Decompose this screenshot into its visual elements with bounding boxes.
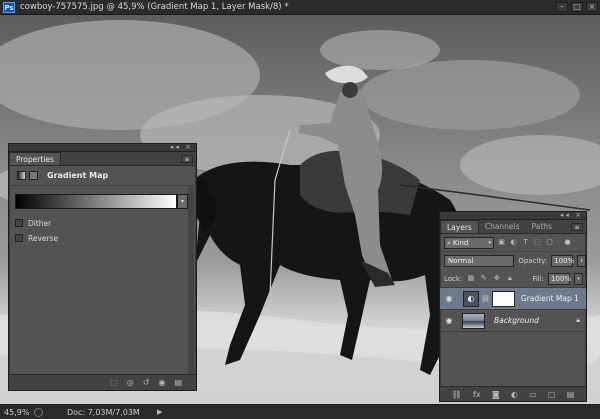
chevron-down-icon[interactable]: ▾ <box>574 272 584 285</box>
layer-filter-row: ⌕ Kind ▾ ▣ ◐ T ⬚ ▢ ● <box>440 234 586 252</box>
panel-menu-icon[interactable]: ≡ <box>181 155 193 163</box>
panel-collapse-icon[interactable]: ◂◂ × <box>560 211 583 219</box>
layer-style-icon[interactable]: fx <box>473 390 481 399</box>
lock-icon: 🔒︎ <box>576 316 580 324</box>
tab-paths[interactable]: Paths <box>526 220 558 233</box>
filter-kind-select[interactable]: ⌕ Kind ▾ <box>444 236 494 249</box>
properties-footer: ⬚ ◎ ↺ ◉ ▤ <box>9 374 196 390</box>
filter-toggle-icon[interactable]: ● <box>563 238 572 247</box>
properties-panel-strip[interactable]: ◂◂ × <box>9 143 196 152</box>
layer-mask-thumbnail[interactable] <box>491 290 515 307</box>
properties-scrollbar[interactable] <box>188 186 194 374</box>
pixel-filter-icon[interactable]: ▣ <box>497 238 506 247</box>
link-layers-icon[interactable]: ⛓︎ <box>452 390 462 399</box>
title-bar: Ps cowboy-757575.jpg @ 45,9% (Gradient M… <box>0 0 600 15</box>
reverse-option[interactable]: Reverse <box>15 232 196 244</box>
document-info[interactable]: Doc: 7,03M/7,03M <box>67 408 157 417</box>
panel-menu-icon[interactable]: ≡ <box>571 223 583 231</box>
new-group-icon[interactable]: ▭ <box>529 390 537 399</box>
layers-panel: ◂◂ × Layers Channels Paths ≡ ⌕ Kind ▾ ▣ … <box>439 211 587 402</box>
properties-title: Gradient Map <box>47 171 109 180</box>
chevron-right-icon[interactable]: ▶ <box>157 408 162 416</box>
properties-header: Gradient Map <box>9 166 196 186</box>
gradient-picker[interactable]: ▾ <box>15 194 196 209</box>
layer-name[interactable]: Gradient Map 1 <box>521 294 579 303</box>
maximize-icon[interactable]: □ <box>571 2 583 12</box>
chevron-down-icon[interactable]: ▾ <box>177 194 188 209</box>
panel-collapse-icon[interactable]: ◂◂ × <box>170 143 193 151</box>
layer-thumbnail[interactable] <box>462 312 485 329</box>
tab-properties[interactable]: Properties <box>9 152 61 165</box>
opacity-label: Opacity: <box>518 257 548 265</box>
shape-filter-icon[interactable]: ⬚ <box>533 238 542 247</box>
layers-footer: ⛓︎ fx ◙ ◐ ▭ ▢ ▤ <box>440 386 586 401</box>
lock-row: Lock: ▦ ✎ ✥ 🔒︎ Fill: 100% ▾ <box>440 270 586 288</box>
lock-pixels-icon[interactable]: ✎ <box>479 274 488 283</box>
lock-all-icon[interactable]: 🔒︎ <box>505 274 514 283</box>
dither-checkbox[interactable] <box>15 219 23 227</box>
eye-icon[interactable]: ◉ <box>443 316 455 325</box>
gradient-swatch[interactable] <box>15 194 177 209</box>
reverse-label: Reverse <box>28 233 59 243</box>
status-bar: 45,9% Doc: 7,03M/7,03M ▶ <box>0 404 600 419</box>
eye-icon[interactable]: ◉ <box>443 294 455 303</box>
status-info-icon[interactable] <box>34 407 43 417</box>
window-controls: – □ × <box>556 2 598 12</box>
visibility-icon[interactable]: ◉ <box>158 378 165 387</box>
new-layer-icon[interactable]: ▢ <box>548 390 556 399</box>
fill-field[interactable]: 100% <box>548 272 571 285</box>
new-adjustment-icon[interactable]: ◐ <box>511 390 518 399</box>
layer-mask-icon[interactable] <box>29 171 38 180</box>
gradient-map-icon <box>17 171 26 180</box>
fill-label: Fill: <box>532 274 545 283</box>
adjustment-filter-icon[interactable]: ◐ <box>509 238 518 247</box>
tab-layers[interactable]: Layers <box>440 220 479 233</box>
reverse-checkbox[interactable] <box>15 234 23 242</box>
trash-icon[interactable]: ▤ <box>174 378 182 387</box>
blend-row: Normal Opacity: 100% ▾ <box>440 252 586 270</box>
reset-icon[interactable]: ↺ <box>143 378 150 387</box>
opacity-field[interactable]: 100% <box>551 255 574 267</box>
blend-mode-select[interactable]: Normal <box>444 255 515 267</box>
properties-tab-row: Properties ≡ <box>9 152 196 166</box>
layer-name[interactable]: Background <box>494 316 539 325</box>
adjustment-layer-thumbnail[interactable]: ◐ <box>463 290 479 307</box>
layers-panel-strip[interactable]: ◂◂ × <box>440 211 586 220</box>
dither-option[interactable]: Dither <box>15 217 196 229</box>
zoom-level[interactable]: 45,9% <box>4 408 34 417</box>
chevron-down-icon[interactable]: ▾ <box>577 255 586 267</box>
filter-kind-label: Kind <box>452 238 469 247</box>
layer-row-gradient-map[interactable]: ◉ ◐ ⛓︎ Gradient Map 1 <box>440 288 586 310</box>
document-tab-title[interactable]: cowboy-757575.jpg @ 45,9% (Gradient Map … <box>20 2 289 12</box>
smart-object-filter-icon[interactable]: ▢ <box>545 238 554 247</box>
photoshop-app-icon: Ps <box>3 1 15 13</box>
minimize-icon[interactable]: – <box>556 2 568 12</box>
layers-tab-row: Layers Channels Paths ≡ <box>440 220 586 234</box>
dither-label: Dither <box>28 218 52 228</box>
properties-panel: ◂◂ × Properties ≡ Gradient Map ▾ Dither … <box>8 143 197 391</box>
layer-row-background[interactable]: ◉ Background 🔒︎ <box>440 310 586 332</box>
link-icon[interactable]: ⛓︎ <box>481 295 490 303</box>
search-icon: ⌕ <box>447 238 451 247</box>
clip-to-layer-icon[interactable]: ⬚ <box>110 378 118 387</box>
close-icon[interactable]: × <box>586 2 598 12</box>
lock-label: Lock: <box>444 274 463 283</box>
tab-channels[interactable]: Channels <box>479 220 526 233</box>
chevron-down-icon: ▾ <box>488 239 491 246</box>
trash-icon[interactable]: ▤ <box>567 390 575 399</box>
view-previous-icon[interactable]: ◎ <box>127 378 134 387</box>
add-mask-icon[interactable]: ◙ <box>492 390 500 399</box>
lock-position-icon[interactable]: ✥ <box>492 274 501 283</box>
lock-transparency-icon[interactable]: ▦ <box>466 274 475 283</box>
type-filter-icon[interactable]: T <box>521 238 530 247</box>
